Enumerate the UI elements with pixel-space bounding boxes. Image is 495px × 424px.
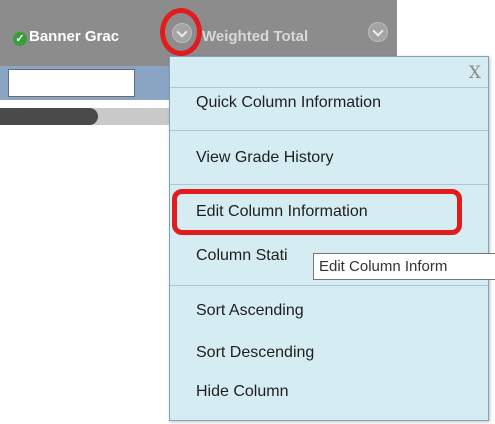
menu-item-sort-descending[interactable]: Sort Descending bbox=[196, 344, 314, 362]
menu-divider bbox=[170, 130, 488, 131]
menu-item-view-grade-history[interactable]: View Grade History bbox=[196, 149, 334, 167]
grade-input[interactable] bbox=[8, 69, 135, 97]
menu-divider bbox=[170, 285, 488, 286]
menu-divider bbox=[170, 184, 488, 185]
menu-item-column-statistics[interactable]: Column Stati bbox=[196, 247, 288, 265]
tooltip: Edit Column Inform bbox=[313, 253, 495, 280]
menu-item-sort-ascending[interactable]: Sort Ascending bbox=[196, 302, 304, 320]
close-icon[interactable]: X bbox=[469, 63, 481, 83]
menu-item-quick-column-information[interactable]: Quick Column Information bbox=[196, 94, 381, 112]
check-icon: ✓ bbox=[13, 32, 27, 46]
column-menu-chevron-icon[interactable] bbox=[368, 22, 388, 42]
red-highlight-box-annotation bbox=[172, 189, 462, 235]
column-context-menu: X Quick Column Information View Grade Hi… bbox=[169, 56, 489, 421]
column-header-weighted-total[interactable]: Weighted Total bbox=[202, 28, 308, 45]
red-highlight-circle-annotation bbox=[160, 8, 202, 56]
horizontal-scrollbar-thumb[interactable] bbox=[0, 108, 98, 125]
column-header-banner-grade[interactable]: ✓ Banner Grac bbox=[13, 28, 119, 46]
menu-divider bbox=[170, 87, 488, 88]
menu-item-hide-column[interactable]: Hide Column bbox=[196, 383, 288, 401]
column-header-label: Weighted Total bbox=[202, 28, 309, 45]
column-header-label: Banner Grac bbox=[29, 28, 120, 45]
